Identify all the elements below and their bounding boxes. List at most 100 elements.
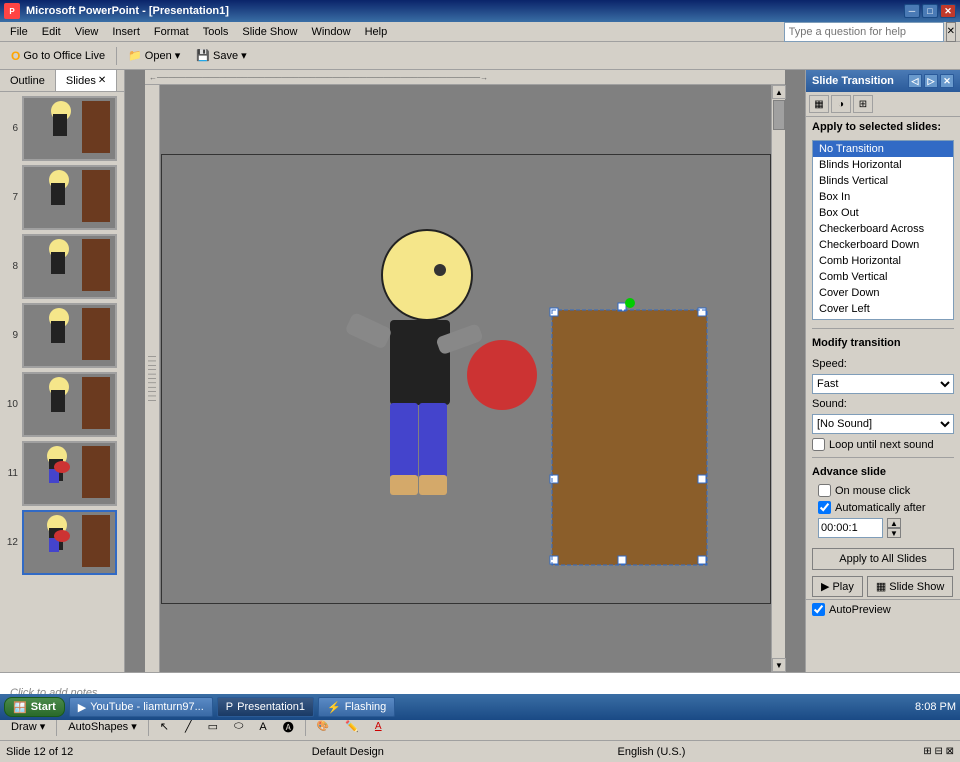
main-area: Outline Slides ✕ 6 7 — [0, 70, 960, 672]
ruler-horizontal: ←───────────────────────────────────────… — [145, 70, 785, 85]
view-icons: ⊞ ⊟ ⊠ — [923, 746, 954, 757]
menu-file[interactable]: File — [4, 24, 34, 40]
auto-after-label: Automatically after — [835, 502, 925, 514]
speed-select[interactable]: Slow Medium Fast — [812, 374, 954, 394]
mouse-click-checkbox[interactable] — [818, 484, 831, 497]
slide-item-12[interactable]: 12 — [4, 510, 120, 575]
slideshow-icon: ▦ — [876, 580, 886, 593]
taskbar-presentation[interactable]: P Presentation1 — [217, 697, 314, 717]
play-icon: ▶ — [821, 580, 829, 593]
mouse-click-row: On mouse click — [812, 482, 954, 499]
menu-help[interactable]: Help — [359, 24, 394, 40]
slide-info: Slide 12 of 12 — [6, 746, 292, 758]
taskbar-youtube[interactable]: ▶ YouTube - liamturn97... — [69, 697, 213, 717]
help-search[interactable] — [784, 22, 944, 42]
slide-area: ←───────────────────────────────────────… — [125, 70, 805, 672]
office-live-btn[interactable]: O Go to Office Live — [4, 45, 112, 67]
playback-row: ▶ Play ▦ Slide Show — [806, 574, 960, 599]
loop-checkbox[interactable] — [812, 438, 825, 451]
mouse-click-label: On mouse click — [835, 485, 910, 497]
slide-canvas[interactable] — [161, 154, 771, 604]
slide-item-10[interactable]: 10 — [4, 372, 120, 437]
play-btn[interactable]: ▶ Play — [812, 576, 863, 597]
start-button[interactable]: 🪟 Start — [4, 697, 65, 717]
slide-item-7[interactable]: 7 — [4, 165, 120, 230]
slide-item-8[interactable]: 8 — [4, 234, 120, 299]
transition-checker-down[interactable]: Checkerboard Down — [813, 237, 953, 253]
speed-select-wrapper: Slow Medium Fast — [806, 372, 960, 396]
autopreview-row: AutoPreview — [806, 599, 960, 619]
flashing-icon: ⚡ — [327, 701, 341, 714]
panel-tool-3[interactable]: ⊞ — [853, 95, 873, 113]
scroll-thumb[interactable] — [773, 100, 785, 130]
transition-comb-h[interactable]: Comb Horizontal — [813, 253, 953, 269]
panel-toolbar: ▦ ◑ ⊞ — [806, 92, 960, 117]
panel-close-btn[interactable]: ✕ — [98, 75, 106, 86]
maximize-btn[interactable]: □ — [922, 4, 938, 18]
help-search-close[interactable]: ✕ — [946, 22, 956, 42]
panel-other-btn-1[interactable]: ◁ — [908, 74, 922, 88]
transition-box-out[interactable]: Box Out — [813, 205, 953, 221]
autopreview-checkbox[interactable] — [812, 603, 825, 616]
transition-blinds-h[interactable]: Blinds Horizontal — [813, 157, 953, 173]
transition-box-in[interactable]: Box In — [813, 189, 953, 205]
draw-sep-3 — [305, 718, 306, 736]
slideshow-btn[interactable]: ▦ Slide Show — [867, 576, 953, 597]
sound-select-wrapper: [No Sound] Applause Arrow Bomb — [806, 412, 960, 436]
slide-thumb-9 — [22, 303, 117, 368]
scroll-down-btn[interactable]: ▼ — [772, 658, 786, 672]
office-icon: O — [11, 49, 20, 63]
sound-select[interactable]: [No Sound] Applause Arrow Bomb — [812, 414, 954, 434]
auto-after-row: Automatically after — [812, 499, 954, 516]
menu-format[interactable]: Format — [148, 24, 195, 40]
minimize-btn[interactable]: ─ — [904, 4, 920, 18]
scroll-up-btn[interactable]: ▲ — [772, 85, 786, 99]
menu-tools[interactable]: Tools — [197, 24, 235, 40]
transition-cover-down[interactable]: Cover Down — [813, 285, 953, 301]
time-spin-up[interactable]: ▲ — [887, 518, 901, 528]
panel-tool-1[interactable]: ▦ — [809, 95, 829, 113]
panel-tool-2[interactable]: ◑ — [831, 95, 851, 113]
tab-outline[interactable]: Outline — [0, 70, 56, 91]
apply-all-btn[interactable]: Apply to All Slides — [812, 548, 954, 570]
menu-slideshow[interactable]: Slide Show — [236, 24, 303, 40]
taskbar-flashing[interactable]: ⚡ Flashing — [318, 697, 395, 717]
slide-transition-panel: Slide Transition ◁ ▷ ✕ ▦ ◑ ⊞ Apply to se… — [805, 70, 960, 672]
panel-close-right[interactable]: ✕ — [940, 74, 954, 88]
divider-2 — [812, 457, 954, 458]
slide-item-6[interactable]: 6 — [4, 96, 120, 161]
transition-checker-across[interactable]: Checkerboard Across — [813, 221, 953, 237]
tab-slides[interactable]: Slides ✕ — [56, 70, 117, 91]
slide-item-9[interactable]: 9 — [4, 303, 120, 368]
status-bar: Slide 12 of 12 Default Design English (U… — [0, 740, 960, 762]
taskbar: 🪟 Start ▶ YouTube - liamturn97... P Pres… — [0, 694, 960, 720]
open-btn[interactable]: 📁 Open ▾ — [121, 45, 187, 67]
menu-insert[interactable]: Insert — [106, 24, 146, 40]
transition-no-transition[interactable]: No Transition — [813, 141, 953, 157]
sound-row: Sound: — [806, 396, 960, 412]
system-clock: 8:08 PM — [915, 701, 956, 713]
time-input[interactable] — [818, 518, 883, 538]
slide-thumb-12 — [22, 510, 117, 575]
close-btn[interactable]: ✕ — [940, 4, 956, 18]
menu-edit[interactable]: Edit — [36, 24, 67, 40]
panel-other-btn-2[interactable]: ▷ — [924, 74, 938, 88]
auto-after-checkbox[interactable] — [818, 501, 831, 514]
transition-cover-left[interactable]: Cover Left — [813, 301, 953, 317]
slide-vscroll: ▲ ▼ — [771, 85, 785, 672]
menu-view[interactable]: View — [69, 24, 105, 40]
panel-tabs: Outline Slides ✕ — [0, 70, 124, 92]
menu-window[interactable]: Window — [305, 24, 356, 40]
time-spin-down[interactable]: ▼ — [887, 528, 901, 538]
language-info: English (U.S.) — [618, 746, 904, 758]
slide-item-11[interactable]: 11 — [4, 441, 120, 506]
theme-info: Default Design — [312, 746, 598, 758]
save-icon: 💾 — [196, 49, 210, 62]
modify-section: Modify transition — [806, 333, 960, 356]
transition-list[interactable]: No Transition Blinds Horizontal Blinds V… — [812, 140, 954, 320]
scroll-track — [772, 99, 785, 658]
folder-icon: 📁 — [128, 49, 142, 62]
save-btn[interactable]: 💾 Save ▾ — [189, 45, 253, 67]
transition-comb-v[interactable]: Comb Vertical — [813, 269, 953, 285]
transition-blinds-v[interactable]: Blinds Vertical — [813, 173, 953, 189]
